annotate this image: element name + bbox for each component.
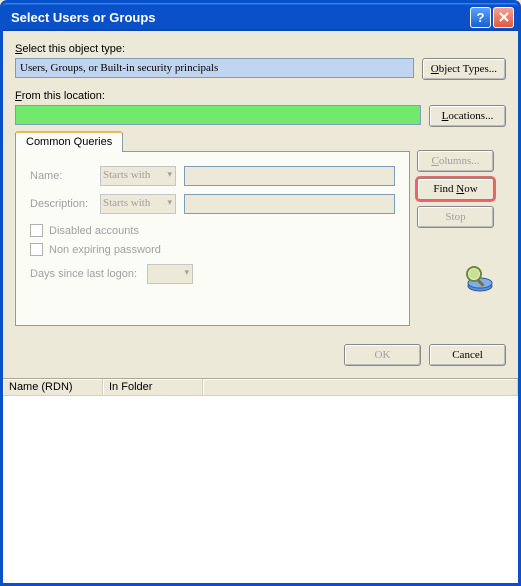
disabled-accounts-row[interactable]: Disabled accounts [30, 224, 395, 237]
columns-button[interactable]: Columns... [417, 150, 494, 172]
description-mode-select[interactable]: Starts with [100, 194, 176, 214]
close-button[interactable] [493, 7, 514, 28]
bottom-buttons: OK Cancel [15, 344, 506, 366]
non-expiring-label: Non expiring password [49, 244, 161, 256]
days-select[interactable] [147, 264, 193, 284]
dialog-body: Select this object type: Object Types...… [3, 31, 518, 583]
dialog-window: Select Users or Groups ? Select this obj… [0, 0, 521, 586]
location-label: From this location: [15, 90, 506, 102]
cancel-button[interactable]: Cancel [429, 344, 506, 366]
help-button[interactable]: ? [470, 7, 491, 28]
side-buttons: Columns... Find Now Stop [417, 150, 494, 294]
ok-button[interactable]: OK [344, 344, 421, 366]
titlebar[interactable]: Select Users or Groups ? [3, 3, 518, 31]
days-label: Days since last logon: [30, 268, 137, 280]
object-type-label: Select this object type: [15, 43, 506, 55]
stop-button[interactable]: Stop [417, 206, 494, 228]
description-label: Description: [30, 198, 92, 210]
tab-common-queries[interactable]: Common Queries [15, 131, 123, 152]
name-input[interactable] [184, 166, 395, 186]
description-input[interactable] [184, 194, 395, 214]
days-row: Days since last logon: [30, 264, 395, 284]
object-type-row: Object Types... [15, 58, 506, 80]
results-list[interactable] [3, 396, 518, 583]
location-input[interactable] [15, 105, 421, 125]
query-fields: Name: Starts with Description: Starts wi… [30, 166, 395, 284]
name-mode-select[interactable]: Starts with [100, 166, 176, 186]
name-row: Name: Starts with [30, 166, 395, 186]
non-expiring-checkbox[interactable] [30, 243, 43, 256]
column-folder[interactable]: In Folder [103, 379, 203, 395]
column-name[interactable]: Name (RDN) [3, 379, 103, 395]
content-area: Select this object type: Object Types...… [3, 31, 518, 378]
column-spacer [203, 379, 518, 395]
tab-panel: Name: Starts with Description: Starts wi… [15, 151, 410, 326]
find-now-button[interactable]: Find Now [417, 178, 494, 200]
non-expiring-row[interactable]: Non expiring password [30, 243, 395, 256]
disabled-accounts-label: Disabled accounts [49, 225, 139, 237]
window-title: Select Users or Groups [11, 10, 470, 25]
disabled-accounts-checkbox[interactable] [30, 224, 43, 237]
description-row: Description: Starts with [30, 194, 395, 214]
object-types-button[interactable]: Object Types... [422, 58, 506, 80]
search-directory-icon [462, 262, 494, 294]
close-icon [499, 12, 509, 22]
results-header: Name (RDN) In Folder [3, 378, 518, 396]
location-row: Locations... [15, 105, 506, 127]
name-label: Name: [30, 170, 92, 182]
titlebar-buttons: ? [470, 7, 514, 28]
locations-button[interactable]: Locations... [429, 105, 506, 127]
tab-container: Common Queries Name: Starts with Descrip… [15, 151, 506, 326]
object-type-input[interactable] [15, 58, 414, 78]
